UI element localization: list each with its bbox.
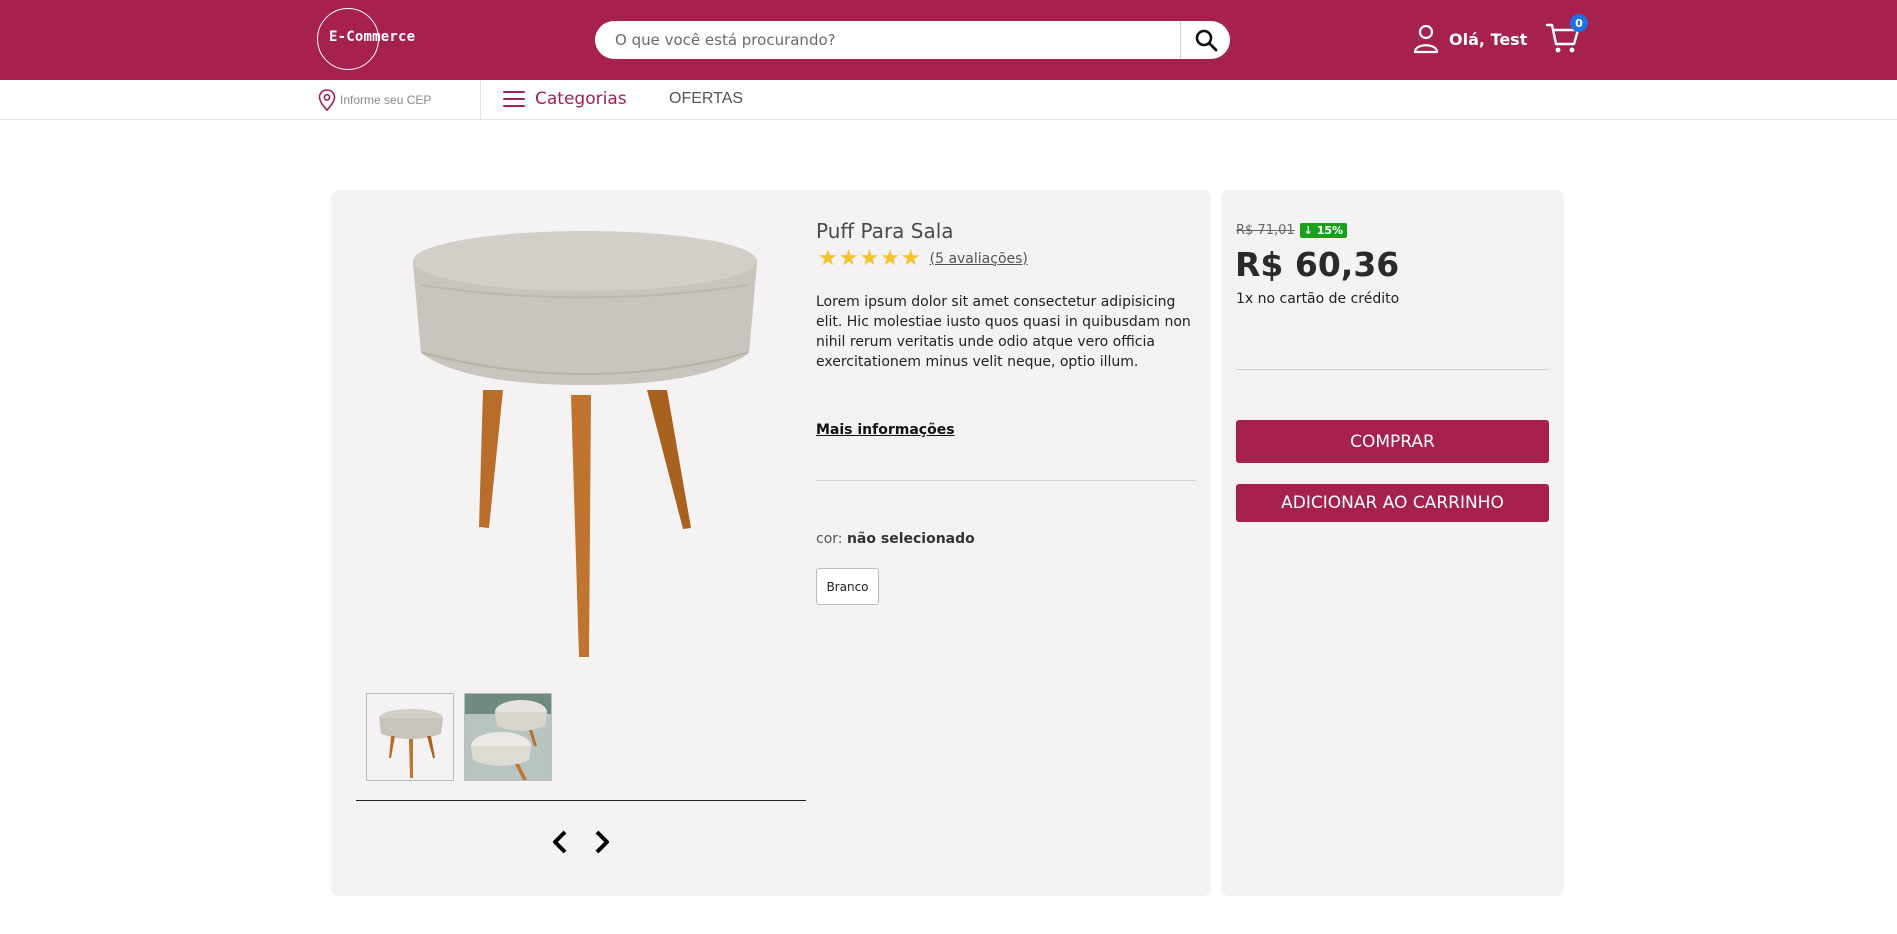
gallery-divider bbox=[356, 800, 806, 801]
categories-label: Categorias bbox=[535, 89, 627, 109]
chevron-left-icon bbox=[553, 830, 567, 854]
gallery-prev-button[interactable] bbox=[548, 829, 572, 855]
discount-badge: ↓ 15% bbox=[1299, 223, 1348, 238]
product-rating: ★★★★★ (5 avaliações) bbox=[818, 246, 1028, 271]
buy-button[interactable]: COMPRAR bbox=[1236, 420, 1549, 463]
user-icon bbox=[1413, 24, 1439, 54]
thumbnail-image bbox=[379, 709, 443, 778]
user-account[interactable]: Olá, Test bbox=[1413, 24, 1527, 54]
search-icon bbox=[1195, 29, 1217, 52]
color-selected-value: não selecionado bbox=[846, 531, 975, 547]
thumbnail-2[interactable] bbox=[464, 693, 552, 781]
rating-stars: ★★★★★ bbox=[818, 246, 922, 271]
chevron-right-icon bbox=[595, 830, 609, 854]
discount-value: 15% bbox=[1316, 224, 1344, 237]
color-option-branco[interactable]: Branco bbox=[816, 568, 879, 605]
arrow-down-icon: ↓ bbox=[1303, 224, 1317, 237]
search-button[interactable] bbox=[1180, 21, 1230, 59]
add-to-cart-button[interactable]: ADICIONAR AO CARRINHO bbox=[1236, 484, 1549, 522]
color-label: cor: não selecionado bbox=[816, 531, 975, 547]
cep-label: Informe seu CEP bbox=[340, 93, 432, 107]
old-price: R$ 71,01 bbox=[1236, 223, 1295, 238]
cep-selector[interactable]: Informe seu CEP bbox=[318, 89, 431, 111]
offers-link[interactable]: OFERTAS bbox=[669, 90, 743, 108]
thumbnail-image bbox=[465, 694, 551, 780]
location-pin-icon bbox=[318, 89, 336, 111]
purchase-divider bbox=[1236, 369, 1549, 370]
search-input[interactable] bbox=[615, 21, 1175, 59]
product-main-image bbox=[413, 231, 757, 657]
current-price: R$ 60,36 bbox=[1235, 245, 1400, 284]
installments-info: 1x no cartão de crédito bbox=[1236, 291, 1400, 307]
thumbnail-1[interactable] bbox=[366, 693, 454, 781]
categories-menu[interactable]: Categorias bbox=[503, 89, 627, 109]
hamburger-menu-icon bbox=[503, 91, 525, 107]
product-title: Puff Para Sala bbox=[816, 219, 954, 243]
product-description: Lorem ipsum dolor sit amet consectetur a… bbox=[816, 294, 1191, 370]
sub-navigation: Informe seu CEP Categorias OFERTAS bbox=[0, 80, 1897, 120]
cart-count-badge: 0 bbox=[1570, 14, 1588, 32]
info-divider bbox=[816, 480, 1196, 481]
gallery-next-button[interactable] bbox=[590, 829, 614, 855]
old-price-row: R$ 71,01 ↓ 15% bbox=[1236, 223, 1348, 238]
nav-divider bbox=[480, 80, 481, 120]
logo-text[interactable]: E-Commerce bbox=[329, 29, 415, 45]
reviews-link[interactable]: (5 avaliações) bbox=[930, 251, 1028, 267]
top-header: E-Commerce Olá, Test 0 bbox=[0, 0, 1897, 80]
search-bar bbox=[595, 21, 1230, 59]
user-greeting: Olá, Test bbox=[1449, 29, 1528, 49]
more-info-link[interactable]: Mais informações bbox=[816, 422, 955, 438]
color-prefix: cor: bbox=[816, 531, 847, 547]
